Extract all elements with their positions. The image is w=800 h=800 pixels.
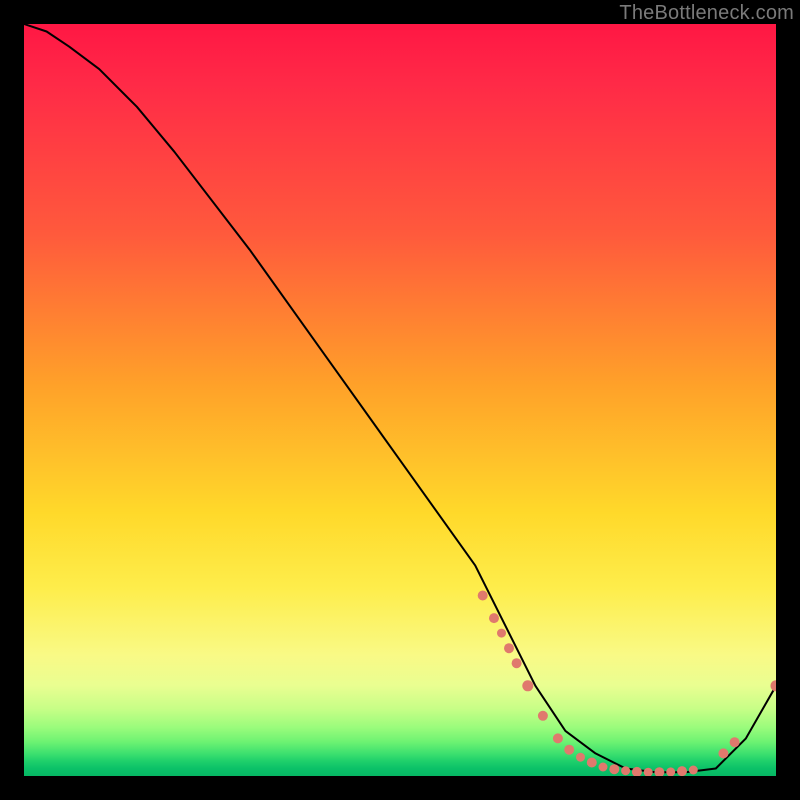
watermark-text: TheBottleneck.com (619, 2, 794, 25)
curve-svg (24, 24, 776, 776)
highlight-dot (654, 767, 664, 776)
highlight-dot (689, 766, 698, 775)
highlight-dot (666, 767, 675, 776)
highlight-dot (489, 613, 499, 623)
highlight-dot (718, 748, 728, 758)
highlight-dot (553, 733, 563, 743)
highlight-dot (512, 658, 522, 668)
highlight-dot (771, 680, 777, 691)
highlight-dots (478, 591, 776, 777)
highlight-dot (677, 766, 687, 776)
highlight-dot (621, 766, 630, 775)
highlight-dot (478, 591, 488, 601)
bottleneck-curve (24, 24, 776, 772)
highlight-dot (538, 711, 548, 721)
highlight-dot (599, 763, 608, 772)
highlight-dot (644, 768, 653, 776)
highlight-dot (730, 737, 740, 747)
highlight-dot (576, 753, 585, 762)
highlight-dot (504, 643, 514, 653)
highlight-dot (564, 745, 574, 755)
plot-area (24, 24, 776, 776)
highlight-dot (609, 764, 619, 774)
highlight-dot (587, 758, 597, 768)
chart-frame: TheBottleneck.com (0, 0, 800, 800)
highlight-dot (522, 680, 533, 691)
highlight-dot (632, 767, 642, 776)
highlight-dot (497, 629, 506, 638)
